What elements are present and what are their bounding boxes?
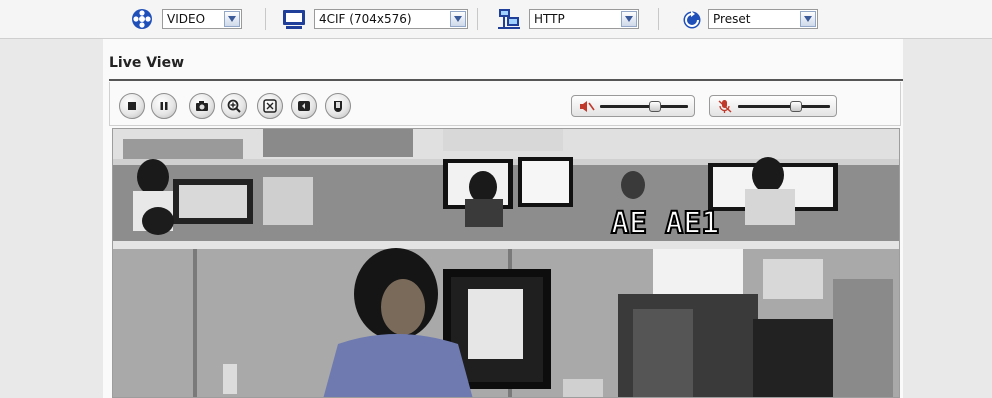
resolution-select[interactable]: 4CIF (704x576): [314, 9, 468, 29]
protocol-group: HTTP: [497, 6, 639, 32]
video-overlay-text: AE AE1: [611, 206, 719, 241]
speaker-volume-thumb[interactable]: [649, 101, 662, 112]
video-mode-value: VIDEO: [167, 12, 206, 26]
top-toolbar: VIDEO 4CIF (704x576) HTTP Preset: [0, 0, 992, 39]
toolbar-divider: [477, 8, 478, 30]
video-mode-select[interactable]: VIDEO: [162, 9, 242, 29]
chevron-down-icon[interactable]: [800, 11, 816, 27]
fullscreen-button[interactable]: [257, 93, 283, 119]
monitor-icon: [282, 7, 306, 31]
fullscreen-icon: [263, 99, 277, 113]
live-view-panel: Live View AE AE1: [103, 39, 903, 398]
preset-select[interactable]: Preset: [708, 9, 818, 29]
title-divider: [109, 79, 903, 81]
speaker-volume-track: [600, 105, 688, 108]
alarm-icon: [334, 101, 342, 112]
speaker-muted-icon[interactable]: [579, 99, 595, 114]
stop-icon: [128, 102, 136, 110]
camera-icon: [196, 101, 208, 111]
pause-button[interactable]: [151, 93, 177, 119]
chevron-down-icon[interactable]: [224, 11, 240, 27]
protocol-select[interactable]: HTTP: [529, 9, 639, 29]
record-icon: [298, 101, 310, 111]
record-button[interactable]: [291, 93, 317, 119]
film-reel-icon: [130, 7, 154, 31]
protocol-value: HTTP: [534, 12, 565, 26]
microphone-muted-icon[interactable]: [717, 99, 733, 114]
preset-value: Preset: [713, 12, 751, 26]
pause-icon: [160, 102, 168, 110]
mic-volume-track: [738, 105, 830, 108]
preset-group: Preset: [680, 6, 818, 32]
speaker-volume-slider[interactable]: [571, 95, 695, 117]
stop-button[interactable]: [119, 93, 145, 119]
camera-image: AE AE1: [113, 129, 899, 397]
toolbar-divider: [658, 8, 659, 30]
zoom-button[interactable]: [221, 93, 247, 119]
chevron-down-icon[interactable]: [450, 11, 466, 27]
snapshot-button[interactable]: [189, 93, 215, 119]
alarm-button[interactable]: [325, 93, 351, 119]
page-title: Live View: [109, 55, 185, 71]
chevron-down-icon[interactable]: [621, 11, 637, 27]
toolbar-divider: [265, 8, 266, 30]
mic-volume-slider[interactable]: [709, 95, 837, 117]
live-video-feed[interactable]: AE AE1: [112, 128, 900, 398]
zoom-in-icon: [227, 99, 241, 113]
video-mode-group: VIDEO: [130, 6, 242, 32]
resolution-group: 4CIF (704x576): [282, 6, 468, 32]
refresh-icon[interactable]: [680, 7, 704, 31]
network-computers-icon: [497, 7, 521, 31]
resolution-value: 4CIF (704x576): [319, 12, 412, 26]
mic-volume-thumb[interactable]: [790, 101, 802, 112]
